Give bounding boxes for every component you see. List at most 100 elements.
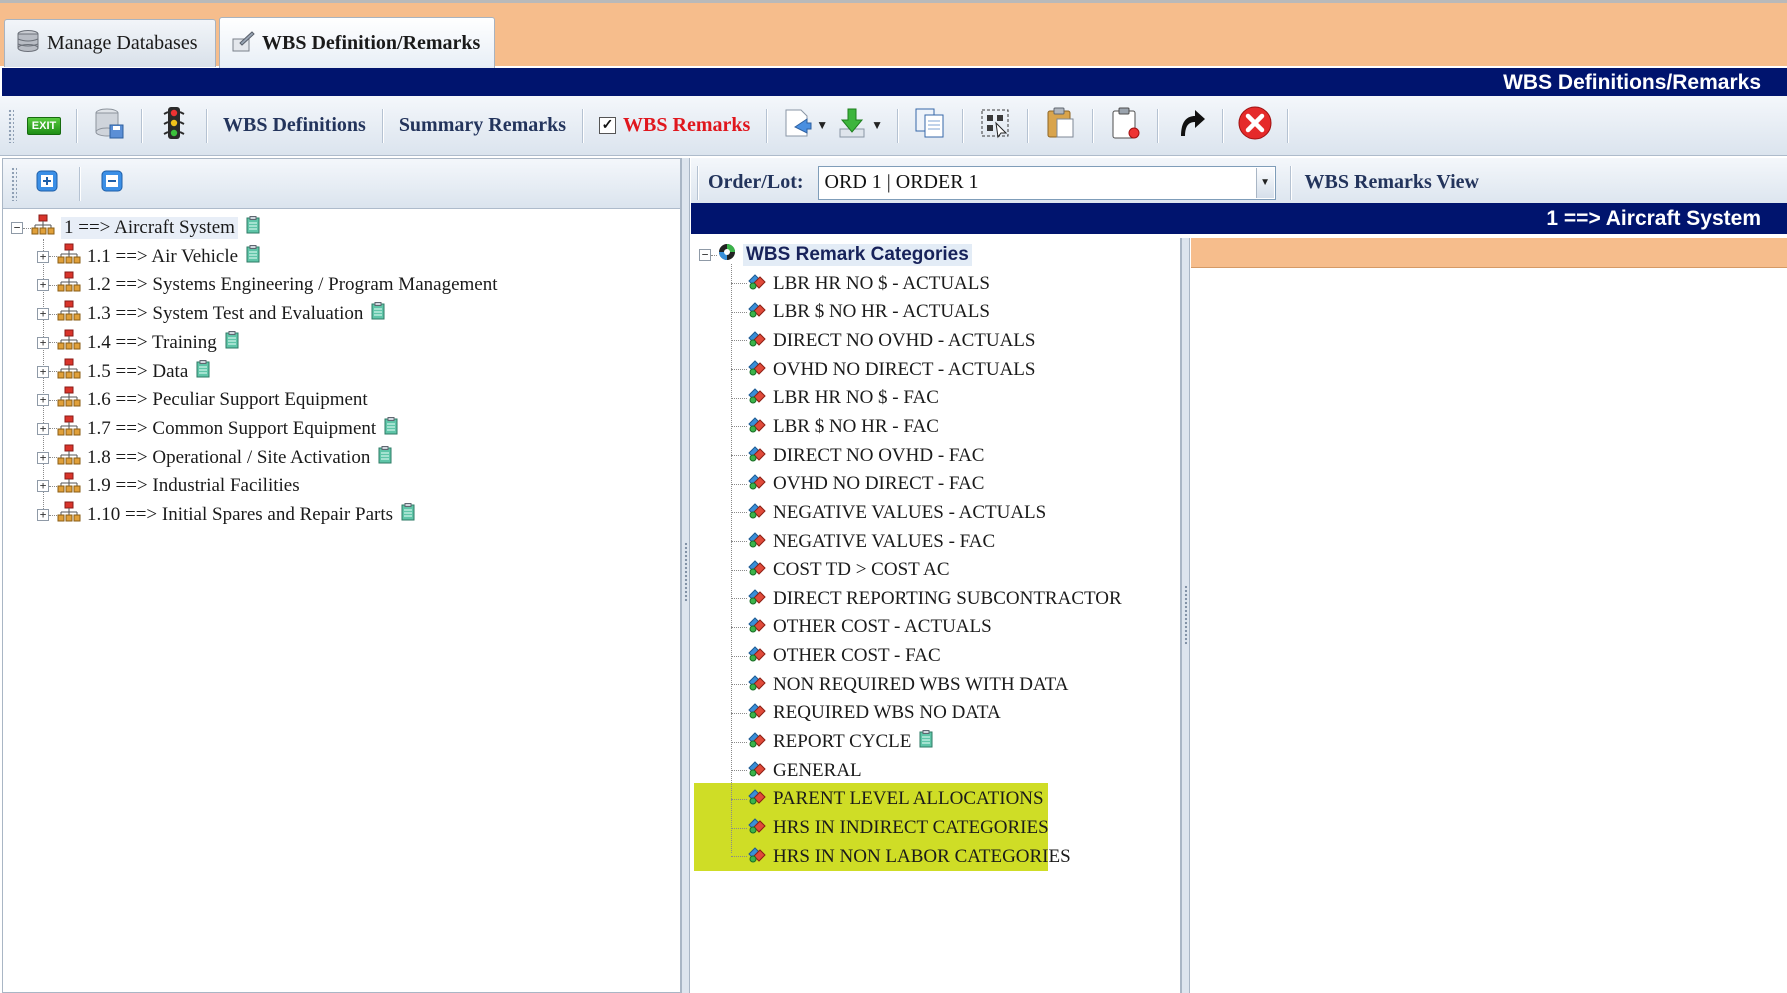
database-save-button[interactable] [87, 104, 131, 148]
expand-toggle-icon[interactable]: + [37, 250, 49, 263]
category-label[interactable]: NEGATIVE VALUES - FAC [773, 531, 995, 553]
wbs-remarks-toggle[interactable]: ✓ WBS Remarks [593, 104, 756, 148]
tree-node[interactable]: + 1.10 ==> Initial Spares and Repair Par… [37, 500, 415, 530]
category-item[interactable]: LBR HR NO $ - FAC [731, 383, 939, 413]
tree-node[interactable]: + 1.1 ==> Air Vehicle [37, 242, 260, 272]
category-label[interactable]: REQUIRED WBS NO DATA [773, 702, 1001, 724]
categories-root-node[interactable]: − WBS Remark Categories [699, 240, 972, 270]
tree-node[interactable]: + 1.3 ==> System Test and Evaluation [37, 299, 385, 329]
category-item[interactable]: DIRECT NO OVHD - ACTUALS [731, 326, 1035, 356]
category-item[interactable]: DIRECT REPORTING SUBCONTRACTOR [731, 584, 1122, 614]
tree-node-label[interactable]: 1.1 ==> Air Vehicle [87, 246, 238, 268]
tree-node[interactable]: + 1.6 ==> Peculiar Support Equipment [37, 385, 368, 415]
category-label[interactable]: NEGATIVE VALUES - ACTUALS [773, 502, 1046, 524]
copy-button[interactable] [908, 104, 952, 148]
order-lot-select[interactable]: ORD 1 | ORDER 1 ▼ [817, 165, 1276, 200]
category-label[interactable]: NON REQUIRED WBS WITH DATA [773, 674, 1068, 696]
tree-node-label[interactable]: 1.5 ==> Data [87, 361, 188, 383]
wbs-definitions-button[interactable]: WBS Definitions [217, 104, 372, 148]
category-item[interactable]: COST TD > COST AC [731, 555, 950, 585]
tab-wbs-definition-remarks[interactable]: WBS Definition/Remarks [219, 17, 495, 69]
remark-editor-area[interactable] [1191, 238, 1787, 993]
paste-button[interactable] [1038, 104, 1082, 148]
checkbox-checked-icon[interactable]: ✓ [599, 117, 617, 134]
category-item[interactable]: OTHER COST - FAC [731, 641, 941, 671]
chevron-down-icon[interactable]: ▼ [1255, 167, 1274, 198]
category-label[interactable]: PARENT LEVEL ALLOCATIONS [773, 788, 1044, 810]
category-label[interactable]: OTHER COST - ACTUALS [773, 616, 992, 638]
category-item[interactable]: HRS IN NON LABOR CATEGORIES [731, 842, 1071, 872]
tree-node-label[interactable]: 1.7 ==> Common Support Equipment [87, 418, 376, 440]
tree-node-label[interactable]: 1.8 ==> Operational / Site Activation [87, 447, 370, 469]
tree-node-label[interactable]: 1.4 ==> Training [87, 332, 217, 354]
tree-node-label[interactable]: 1.6 ==> Peculiar Support Equipment [87, 389, 368, 411]
category-label[interactable]: DIRECT REPORTING SUBCONTRACTOR [773, 588, 1122, 610]
expand-toggle-icon[interactable]: + [37, 394, 49, 407]
tree-node[interactable]: + 1.8 ==> Operational / Site Activation [37, 443, 392, 473]
category-item[interactable]: OVHD NO DIRECT - ACTUALS [731, 355, 1035, 385]
tree-node[interactable]: + 1.4 ==> Training [37, 328, 239, 358]
expand-toggle-icon[interactable]: + [37, 279, 49, 292]
category-label[interactable]: GENERAL [773, 760, 862, 782]
category-label[interactable]: COST TD > COST AC [773, 559, 950, 581]
category-item[interactable]: LBR HR NO $ - ACTUALS [731, 269, 990, 299]
category-item[interactable]: HRS IN INDIRECT CATEGORIES [731, 813, 1049, 843]
tree-node-label[interactable]: 1.2 ==> Systems Engineering / Program Ma… [87, 274, 498, 296]
summary-remarks-button[interactable]: Summary Remarks [393, 104, 572, 148]
category-item[interactable]: OVHD NO DIRECT - FAC [731, 469, 984, 499]
category-item[interactable]: LBR $ NO HR - ACTUALS [731, 297, 990, 327]
tree-node-label[interactable]: 1 ==> Aircraft System [61, 217, 238, 239]
expand-toggle-icon[interactable]: + [37, 509, 49, 521]
category-item[interactable]: REPORT CYCLE [731, 727, 933, 757]
left-splitter[interactable] [681, 158, 690, 993]
expand-toggle-icon[interactable]: + [37, 308, 49, 321]
category-label[interactable]: HRS IN NON LABOR CATEGORIES [773, 846, 1071, 868]
traffic-light-button[interactable] [152, 104, 196, 148]
category-label[interactable]: LBR HR NO $ - ACTUALS [773, 273, 990, 295]
expand-toggle-icon[interactable]: + [37, 480, 49, 493]
category-item[interactable]: NEGATIVE VALUES - FAC [731, 527, 995, 557]
select-all-button[interactable] [973, 104, 1017, 148]
tree-node-label[interactable]: 1.9 ==> Industrial Facilities [87, 475, 300, 497]
category-item[interactable]: REQUIRED WBS NO DATA [731, 698, 1001, 728]
collapse-toggle-icon[interactable]: − [699, 249, 711, 261]
category-item[interactable]: DIRECT NO OVHD - FAC [731, 441, 984, 471]
clipboard-clear-button[interactable] [1103, 104, 1147, 148]
wbs-remarks-view-button[interactable]: WBS Remarks View [1305, 171, 1479, 194]
category-item[interactable]: NON REQUIRED WBS WITH DATA [731, 670, 1068, 700]
expand-toggle-icon[interactable]: + [37, 365, 49, 378]
tree-node-label[interactable]: 1.3 ==> System Test and Evaluation [87, 303, 363, 325]
close-button[interactable] [1233, 104, 1277, 148]
category-item[interactable]: LBR $ NO HR - FAC [731, 412, 939, 442]
tree-node-root[interactable]: − 1 ==> Aircraft System [11, 213, 260, 243]
categories-splitter[interactable] [1181, 238, 1190, 993]
category-label[interactable]: LBR $ NO HR - FAC [773, 416, 939, 438]
category-label[interactable]: DIRECT NO OVHD - ACTUALS [773, 330, 1035, 352]
tree-node[interactable]: + 1.5 ==> Data [37, 357, 210, 387]
category-item[interactable]: GENERAL [731, 756, 862, 786]
import-dropdown-button[interactable]: ▼ [832, 104, 887, 148]
category-item[interactable]: PARENT LEVEL ALLOCATIONS [731, 784, 1044, 814]
category-label[interactable]: HRS IN INDIRECT CATEGORIES [773, 817, 1049, 839]
category-label[interactable]: LBR $ NO HR - ACTUALS [773, 301, 990, 323]
collapse-toggle-icon[interactable]: − [11, 222, 23, 234]
tree-node[interactable]: + 1.2 ==> Systems Engineering / Program … [37, 270, 498, 300]
tree-node[interactable]: + 1.7 ==> Common Support Equipment [37, 414, 398, 444]
expand-toggle-icon[interactable]: + [37, 336, 49, 349]
category-item[interactable]: OTHER COST - ACTUALS [731, 612, 992, 642]
tree-node[interactable]: + 1.9 ==> Industrial Facilities [37, 471, 300, 501]
category-label[interactable]: REPORT CYCLE [773, 731, 911, 753]
tree-node-label[interactable]: 1.10 ==> Initial Spares and Repair Parts [87, 504, 393, 526]
category-label[interactable]: OVHD NO DIRECT - ACTUALS [773, 359, 1035, 381]
collapse-all-button[interactable] [90, 162, 134, 206]
category-label[interactable]: DIRECT NO OVHD - FAC [773, 445, 984, 467]
category-label[interactable]: OTHER COST - FAC [773, 645, 941, 667]
expand-toggle-icon[interactable]: + [37, 422, 49, 435]
category-label[interactable]: OVHD NO DIRECT - FAC [773, 473, 984, 495]
tab-manage-databases[interactable]: Manage Databases [4, 19, 216, 67]
export-dropdown-button[interactable]: ▼ [777, 104, 832, 148]
exit-button[interactable]: EXIT [22, 104, 66, 148]
expand-toggle-icon[interactable]: + [37, 451, 49, 464]
category-item[interactable]: NEGATIVE VALUES - ACTUALS [731, 498, 1046, 528]
expand-all-button[interactable] [25, 162, 69, 206]
